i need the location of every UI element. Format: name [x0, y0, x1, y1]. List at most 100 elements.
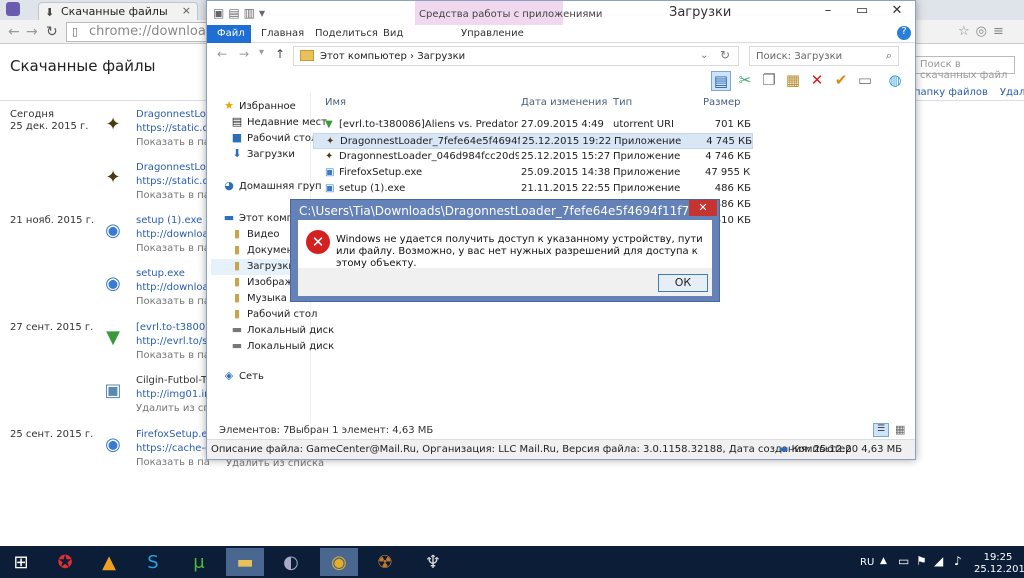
- nav-localdisk-2[interactable]: ▬ Локальный диск: [231, 339, 335, 355]
- tab-view[interactable]: Вид: [383, 28, 403, 39]
- utorrent-icon[interactable]: μ: [180, 548, 218, 576]
- error-icon: ✕: [306, 230, 330, 254]
- file-row-selected[interactable]: ✦ DragonnestLoader_7fefe64e5f4694f11f72.…: [313, 133, 753, 149]
- globe-icon[interactable]: ◍: [885, 71, 905, 91]
- reload-icon[interactable]: ↻: [46, 24, 58, 40]
- tab-file[interactable]: Файл: [207, 25, 251, 43]
- radiation-app-icon[interactable]: ☢: [366, 548, 404, 576]
- browser-tab[interactable]: ⬇ Скачанные файлы ×: [38, 2, 198, 20]
- date-label: 27 сент. 2015 г.: [10, 322, 94, 333]
- download-url-link[interactable]: http://download.: [136, 282, 210, 293]
- delete-icon[interactable]: ✕: [807, 71, 827, 91]
- volume-icon[interactable]: ♪: [954, 554, 962, 568]
- file-explorer-icon[interactable]: ▬: [226, 548, 264, 576]
- show-in-folder-link[interactable]: Показать в папке: [136, 350, 210, 361]
- skype-icon[interactable]: S: [134, 548, 172, 576]
- aimp-icon[interactable]: ▲: [90, 548, 128, 576]
- remove-from-list-link[interactable]: Удалить из списка: [136, 403, 210, 414]
- nav-localdisk-1[interactable]: ▬ Локальный диск: [231, 323, 335, 339]
- download-name-link[interactable]: DragonnestLoader: [136, 109, 210, 120]
- show-in-folder-link[interactable]: Показать в папке: [136, 137, 210, 148]
- installer-icon: ◉: [105, 272, 121, 294]
- path-folder[interactable]: Загрузки: [417, 51, 465, 62]
- path-root[interactable]: Этот компьютер: [320, 51, 407, 62]
- download-url-link[interactable]: http://download.: [136, 229, 210, 240]
- close-icon[interactable]: ✕: [879, 1, 915, 23]
- explorer-search-input[interactable]: Поиск: Загрузки ⌕: [749, 46, 899, 66]
- nav-desktop-pc[interactable]: ▮ Рабочий стол: [231, 307, 335, 323]
- minimize-icon[interactable]: –: [811, 1, 845, 23]
- up-icon[interactable]: ↑: [275, 47, 285, 61]
- path-dropdown-icon[interactable]: ⌄: [700, 50, 708, 61]
- column-size[interactable]: Размер: [703, 97, 741, 108]
- close-tab-icon[interactable]: ×: [182, 4, 191, 17]
- clock[interactable]: 19:25 25.12.2015: [974, 552, 1024, 576]
- recent-dropdown-icon[interactable]: ▾: [259, 47, 264, 58]
- chrome-icon[interactable]: ◉: [320, 548, 358, 576]
- rename-icon[interactable]: ▭: [855, 71, 875, 91]
- tray-expand-icon[interactable]: ▲: [880, 556, 887, 566]
- tab-share[interactable]: Поделиться: [315, 28, 378, 39]
- forward-icon[interactable]: →: [239, 47, 249, 61]
- ok-button[interactable]: ОК: [658, 274, 708, 292]
- tiles-view-icon[interactable]: ▦: [895, 423, 905, 436]
- nav-homegroup[interactable]: ◕ Домашняя груп: [223, 179, 327, 195]
- download-name-link[interactable]: setup.exe: [136, 268, 210, 279]
- column-type[interactable]: Тип: [613, 97, 632, 108]
- video-folder-icon: ▮: [233, 227, 241, 240]
- column-name[interactable]: Имя: [325, 97, 346, 108]
- game-app-icon[interactable]: ✪: [46, 548, 84, 576]
- language-indicator[interactable]: RU: [860, 557, 874, 568]
- windows-start-icon[interactable]: ⊞: [2, 548, 40, 576]
- file-row[interactable]: ▣ setup (1).exe 21.11.2015 22:55 Приложе…: [313, 181, 753, 197]
- back-icon[interactable]: ←: [217, 47, 227, 61]
- tab-manage[interactable]: Управление: [461, 28, 524, 39]
- copy-icon[interactable]: ❐: [759, 71, 779, 91]
- checkmark-icon[interactable]: ✔: [831, 71, 851, 91]
- forward-icon[interactable]: →: [26, 24, 38, 40]
- details-view-icon[interactable]: ☰: [873, 423, 889, 437]
- cut-icon[interactable]: ✂: [735, 71, 755, 91]
- download-url-link[interactable]: https://static.dl.mail: [136, 176, 210, 187]
- downloads-search-input[interactable]: Поиск в скачанных файл: [915, 56, 1015, 81]
- explorer-path[interactable]: Этот компьютер › Загрузки ⌄ ↻: [293, 46, 739, 66]
- browser-menu-icons[interactable]: ☆◎≡: [958, 24, 1024, 39]
- paste-icon[interactable]: ▦: [783, 71, 803, 91]
- file-row[interactable]: ✦ DragonnestLoader_046d984fcc20d9c88da..…: [313, 149, 753, 165]
- column-date[interactable]: Дата изменения: [521, 97, 607, 108]
- quick-access-icons[interactable]: ▣▤▥▾: [213, 6, 269, 20]
- file-date: 25.12.2015 15:27: [521, 151, 611, 162]
- download-url-link[interactable]: https://static.dl.mail: [136, 123, 210, 134]
- steam-icon[interactable]: ◐: [272, 548, 310, 576]
- download-name-link[interactable]: DragonnestLoader: [136, 162, 210, 173]
- refresh-icon[interactable]: ↻: [720, 48, 730, 62]
- back-icon[interactable]: ←: [8, 24, 20, 40]
- nav-network[interactable]: ◈ Сеть: [223, 369, 327, 385]
- show-in-folder-link[interactable]: Показать в папке: [136, 457, 210, 468]
- download-name-link[interactable]: FirefoxSetup.exe: [136, 429, 210, 440]
- download-name-link[interactable]: setup (1).exe: [136, 215, 210, 226]
- torrent-file-icon: ▼: [325, 119, 333, 130]
- preview-pane-icon[interactable]: ▤: [711, 71, 731, 91]
- show-in-folder-link[interactable]: Показать в папке: [136, 190, 210, 201]
- dialog-close-button[interactable]: ✕: [689, 200, 717, 216]
- flag-icon[interactable]: ⚑: [916, 554, 927, 568]
- clear-all-link[interactable]: Удалить все: [1000, 87, 1024, 98]
- file-row[interactable]: ▣ FirefoxSetup.exe 25.09.2015 14:38 Прил…: [313, 165, 753, 181]
- show-in-folder-link[interactable]: Показать в папке: [136, 243, 210, 254]
- maximize-icon[interactable]: ▭: [845, 1, 879, 23]
- download-url-link[interactable]: http://evrl.to/sto: [136, 336, 210, 347]
- open-folder-link[interactable]: папку файлов: [914, 87, 988, 98]
- extension-icon[interactable]: [6, 2, 20, 16]
- show-in-folder-link[interactable]: Показать в папке: [136, 296, 210, 307]
- help-icon[interactable]: ?: [897, 26, 911, 40]
- download-name-link[interactable]: [evrl.to-t380086]: [136, 322, 210, 333]
- battery-icon[interactable]: ▭: [898, 554, 909, 568]
- download-url-link[interactable]: https://cache-dev: [136, 443, 210, 454]
- network-icon[interactable]: ◢: [934, 554, 943, 568]
- download-url-link[interactable]: http://img01.img: [136, 389, 210, 400]
- address-bar[interactable]: ▯ chrome://downloads: [66, 22, 226, 42]
- tab-home[interactable]: Главная: [261, 28, 304, 39]
- skyrim-icon[interactable]: ♆: [414, 548, 452, 576]
- file-row[interactable]: ▼ [evrl.to-t380086]Aliens vs. Predator (…: [313, 117, 753, 133]
